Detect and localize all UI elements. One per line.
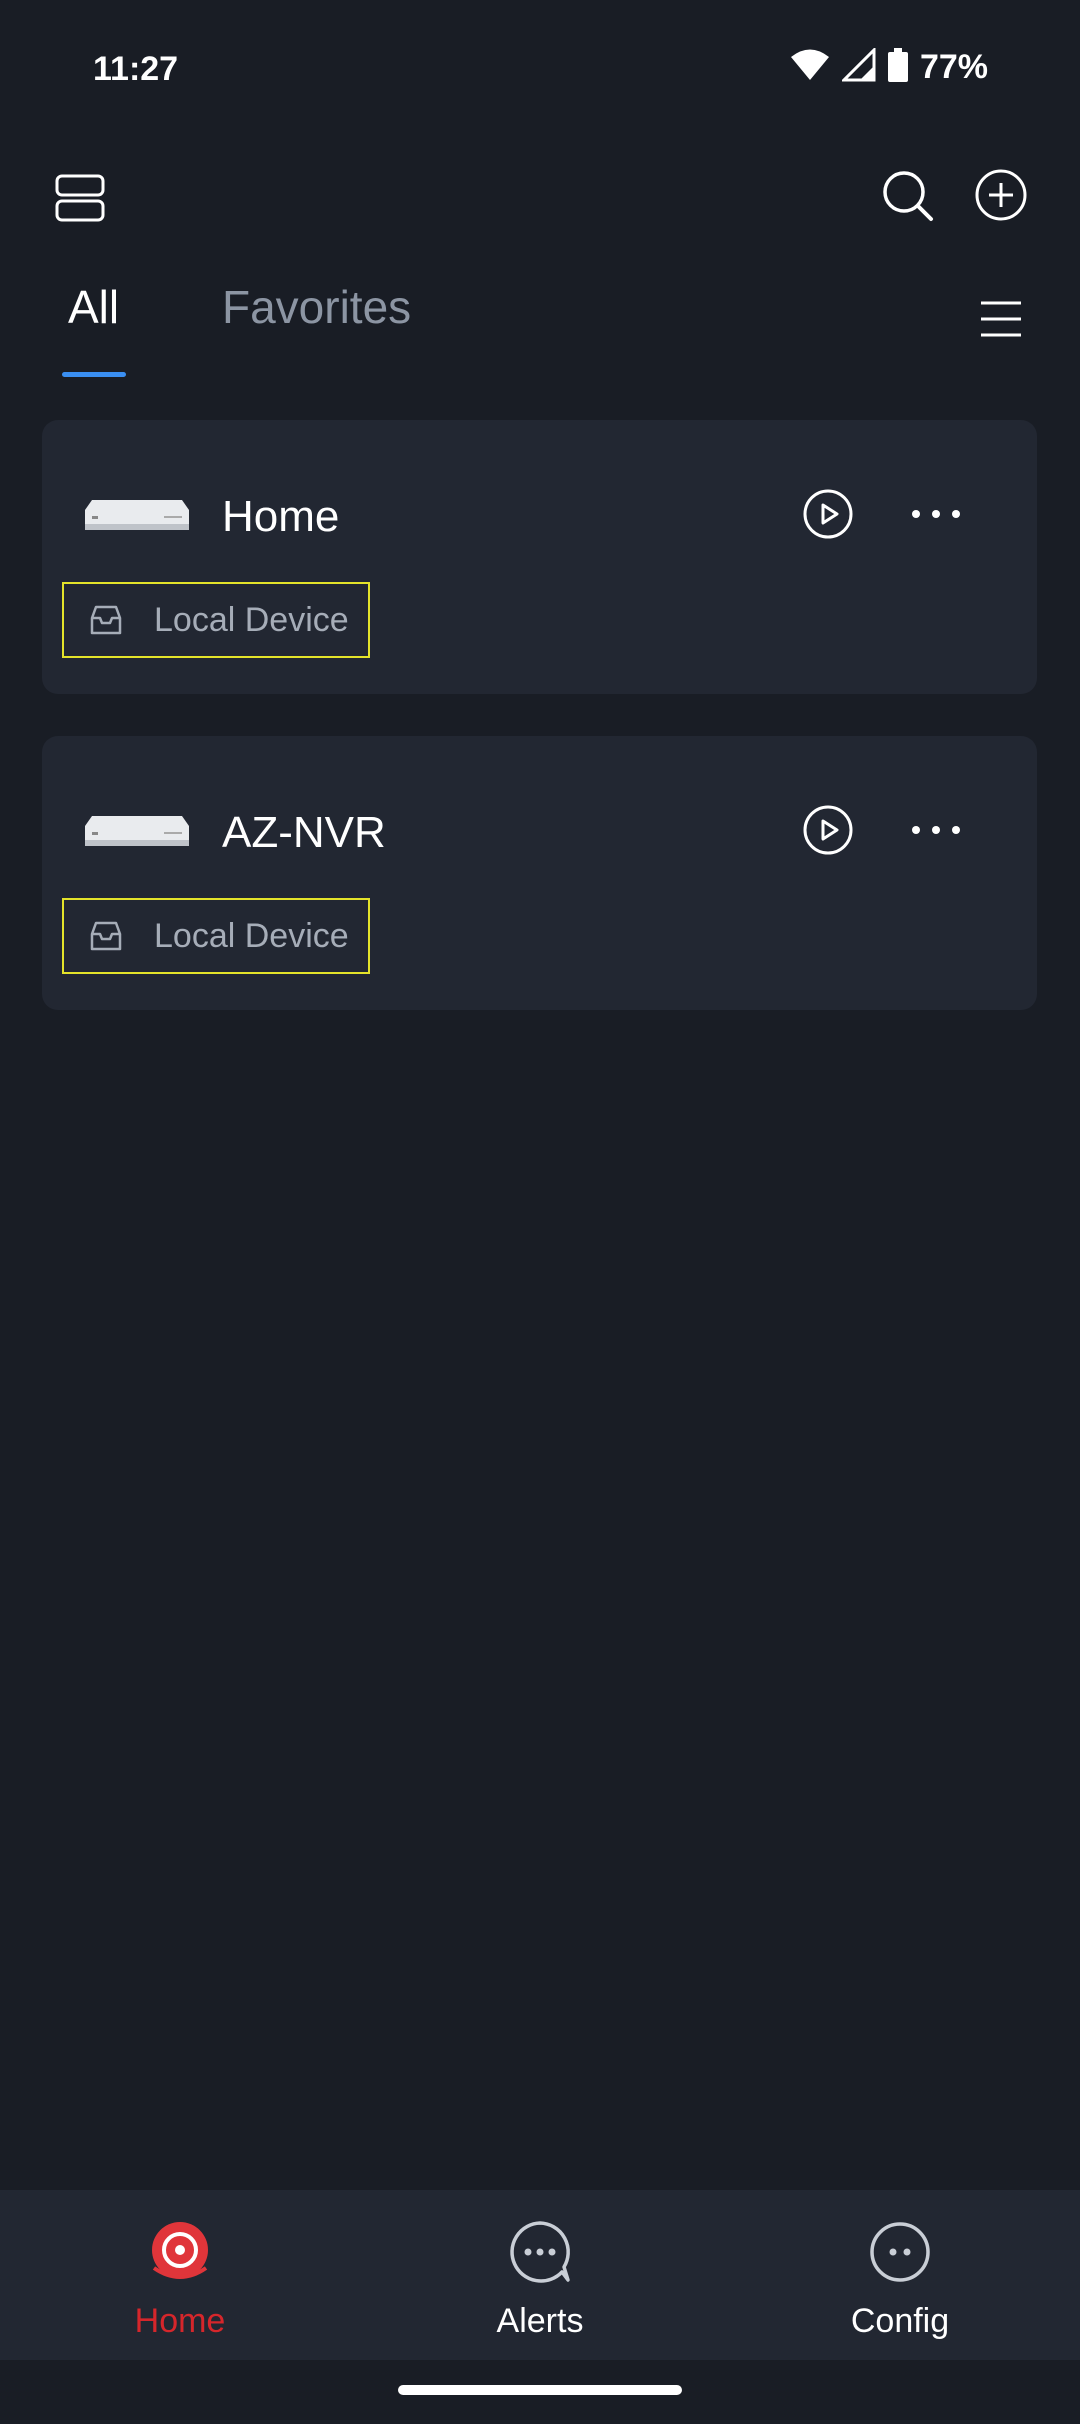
- nav-home[interactable]: Home: [60, 2210, 300, 2360]
- chat-bubble-icon: [508, 2220, 572, 2284]
- battery-percent: 77%: [919, 48, 988, 86]
- more-options-icon[interactable]: [908, 500, 964, 528]
- search-icon[interactable]: [880, 168, 936, 224]
- device-list-layout-icon[interactable]: [52, 170, 108, 226]
- device-name: AZ-NVR: [222, 808, 386, 857]
- local-device-tag: Local Device: [62, 582, 370, 658]
- top-bar: [0, 150, 1080, 240]
- inbox-icon: [88, 918, 124, 954]
- nav-alerts-label: Alerts: [496, 2302, 584, 2340]
- more-options-icon[interactable]: [908, 816, 964, 844]
- status-time: 11:27: [93, 50, 179, 88]
- nav-config-label: Config: [850, 2302, 950, 2340]
- play-icon[interactable]: [802, 804, 854, 856]
- nvr-device-image: [84, 498, 190, 536]
- local-device-label: Local Device: [154, 600, 349, 639]
- camera-home-icon: [148, 2220, 212, 2284]
- tab-bar: All Favorites: [0, 280, 1080, 380]
- local-device-tag: Local Device: [62, 898, 370, 974]
- wifi-icon: [790, 48, 830, 87]
- status-bar: 11:27 77%: [0, 0, 1080, 140]
- status-indicators: 77%: [790, 46, 988, 87]
- tab-indicator: [62, 372, 126, 377]
- add-circle-icon[interactable]: [972, 166, 1030, 224]
- bottom-nav: Home Alerts Config: [0, 2190, 1080, 2360]
- tab-favorites[interactable]: Favorites: [222, 280, 411, 334]
- play-icon[interactable]: [802, 488, 854, 540]
- nav-alerts[interactable]: Alerts: [420, 2210, 660, 2360]
- device-card[interactable]: AZ-NVR Local Device: [42, 736, 1037, 1010]
- battery-icon: [887, 48, 908, 87]
- gesture-handle[interactable]: [398, 2385, 682, 2395]
- local-device-label: Local Device: [154, 916, 349, 955]
- device-card[interactable]: Home Local Device: [42, 420, 1037, 694]
- menu-icon[interactable]: [976, 294, 1026, 344]
- nvr-device-image: [84, 814, 190, 852]
- device-name: Home: [222, 492, 340, 541]
- robot-face-icon: [868, 2220, 932, 2284]
- inbox-icon: [88, 602, 124, 638]
- tab-all[interactable]: All: [68, 280, 119, 334]
- nav-config[interactable]: Config: [780, 2210, 1020, 2360]
- cellular-signal-icon: [840, 46, 876, 87]
- nav-home-label: Home: [134, 2302, 226, 2340]
